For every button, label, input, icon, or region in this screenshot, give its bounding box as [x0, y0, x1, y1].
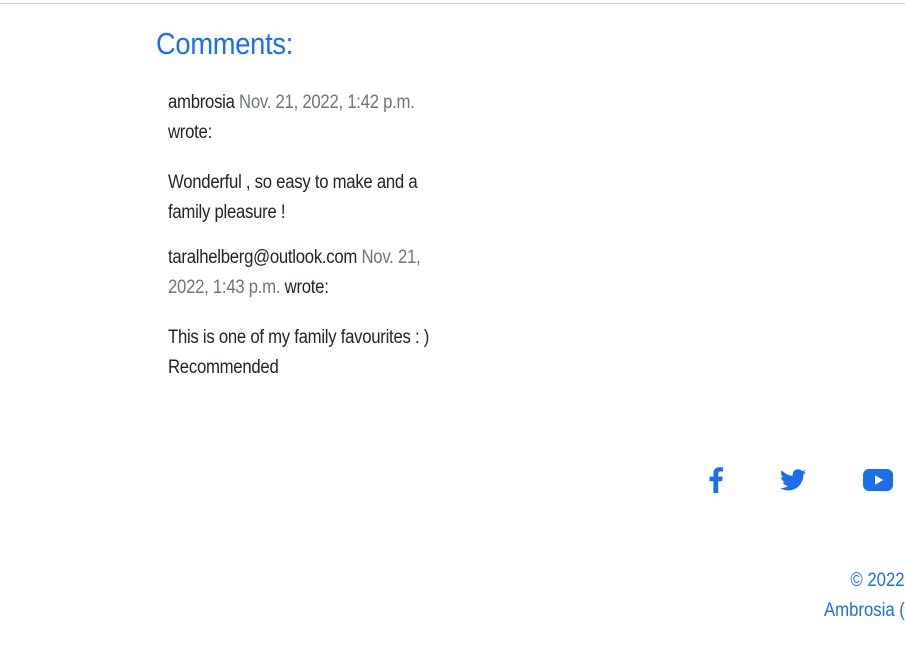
- comment-author: taralhelberg@outlook.com: [168, 247, 358, 268]
- comment-body: Wonderful , so easy to make and a family…: [168, 172, 418, 223]
- comment-wrote-label: wrote:: [284, 277, 329, 298]
- footer-brand-link[interactable]: Ambrosia (: [824, 596, 905, 626]
- facebook-icon[interactable]: [701, 462, 731, 498]
- comment-body: This is one of my family favourites : ) …: [168, 327, 430, 378]
- top-divider: [0, 3, 905, 4]
- comment-wrote-label: wrote:: [168, 122, 212, 143]
- comment-author: ambrosia: [168, 92, 235, 113]
- comment-item: ambrosia Nov. 21, 2022, 1:42 p.m. wrote:…: [168, 88, 463, 228]
- social-links: [0, 462, 905, 498]
- comment-date: Nov. 21, 2022, 1:42 p.m.: [239, 92, 415, 113]
- footer-copyright-text: © 2022: [850, 570, 905, 591]
- comment-item: taralhelberg@outlook.com Nov. 21, 2022, …: [168, 243, 463, 383]
- twitter-icon[interactable]: [778, 462, 808, 498]
- comment-meta: taralhelberg@outlook.com Nov. 21, 2022, …: [168, 243, 463, 303]
- comments-heading: Comments:: [156, 26, 294, 61]
- footer-brand: Ambrosia (: [0, 596, 905, 626]
- footer-copyright: © 2022: [0, 566, 905, 596]
- youtube-icon[interactable]: [861, 462, 895, 498]
- comment-meta: ambrosia Nov. 21, 2022, 1:42 p.m. wrote:: [168, 88, 463, 148]
